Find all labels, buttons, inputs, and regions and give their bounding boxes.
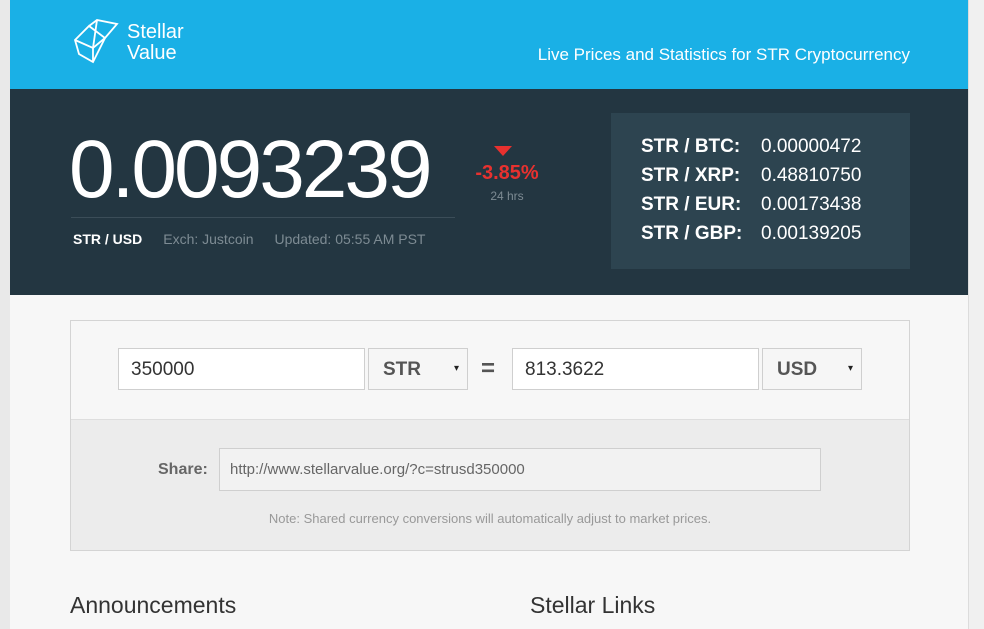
chevron-down-icon: ▾ — [847, 363, 853, 374]
rate-row: STR / XRP: 0.48810750 — [641, 165, 861, 194]
converter-card: 350000 STR ▾ = 813.3622 USD ▾ Share: htt… — [70, 320, 910, 551]
rate-value: 0.00173438 — [761, 194, 862, 215]
price-change-period: 24 hrs — [490, 189, 524, 203]
rate-row: STR / BTC: 0.00000472 — [641, 136, 861, 165]
price-divider — [71, 217, 455, 218]
from-currency-value: STR — [383, 359, 421, 380]
to-currency-select[interactable]: USD ▾ — [762, 348, 862, 390]
rate-row: STR / EUR: 0.00173438 — [641, 194, 861, 223]
share-url-input[interactable]: http://www.stellarvalue.org/?c=strusd350… — [219, 448, 821, 491]
price-change: -3.85% — [475, 162, 539, 184]
brand-name: Stellar Value — [127, 22, 184, 64]
from-currency-select[interactable]: STR ▾ — [368, 348, 468, 390]
page-scrollbar[interactable] — [968, 0, 984, 629]
share-label: Share: — [158, 461, 208, 478]
brand-name-line2: Value — [127, 42, 177, 64]
rate-value: 0.48810750 — [761, 165, 862, 186]
down-arrow-icon — [494, 146, 512, 156]
rate-label: STR / EUR: — [641, 194, 742, 215]
from-amount-input[interactable]: 350000 — [118, 348, 365, 390]
currency-pair: STR / USD — [73, 231, 143, 247]
share-note: Note: Shared currency conversions will a… — [268, 511, 712, 526]
equals-sign: = — [481, 355, 496, 382]
stellar-links-heading: Stellar Links — [530, 592, 656, 618]
rate-value: 0.00000472 — [761, 136, 862, 157]
current-price: 0.0093239 — [69, 124, 433, 215]
share-section: Share: http://www.stellarvalue.org/?c=st… — [71, 420, 909, 550]
logo[interactable]: Stellar Value — [71, 18, 184, 68]
site-tagline: Live Prices and Statistics for STR Crypt… — [537, 45, 910, 64]
chevron-down-icon: ▾ — [453, 363, 459, 374]
rate-label: STR / XRP: — [641, 165, 741, 186]
page: Stellar Value Live Prices and Statistics… — [10, 0, 969, 629]
rate-value: 0.00139205 — [761, 223, 862, 244]
brand-name-line1: Stellar — [127, 21, 184, 43]
rate-label: STR / BTC: — [641, 136, 741, 157]
rate-label: STR / GBP: — [641, 223, 743, 244]
announcements-heading: Announcements — [70, 592, 237, 618]
exchange-name: Exch: Justcoin — [163, 231, 254, 247]
converter-row: 350000 STR ▾ = 813.3622 USD ▾ — [71, 321, 909, 420]
rate-row: STR / GBP: 0.00139205 — [641, 223, 861, 252]
site-header: Stellar Value Live Prices and Statistics… — [10, 0, 969, 89]
price-band: 0.0093239 -3.85% 24 hrs STR / USD Exch: … — [10, 89, 969, 295]
price-meta: STR / USD Exch: Justcoin Updated: 05:55 … — [73, 231, 425, 247]
updated-time: Updated: 05:55 AM PST — [274, 231, 426, 247]
rates-panel: STR / BTC: 0.00000472 STR / XRP: 0.48810… — [611, 113, 910, 269]
stellar-value-logo-icon — [73, 19, 119, 64]
to-amount-input[interactable]: 813.3622 — [512, 348, 759, 390]
to-currency-value: USD — [777, 359, 818, 380]
